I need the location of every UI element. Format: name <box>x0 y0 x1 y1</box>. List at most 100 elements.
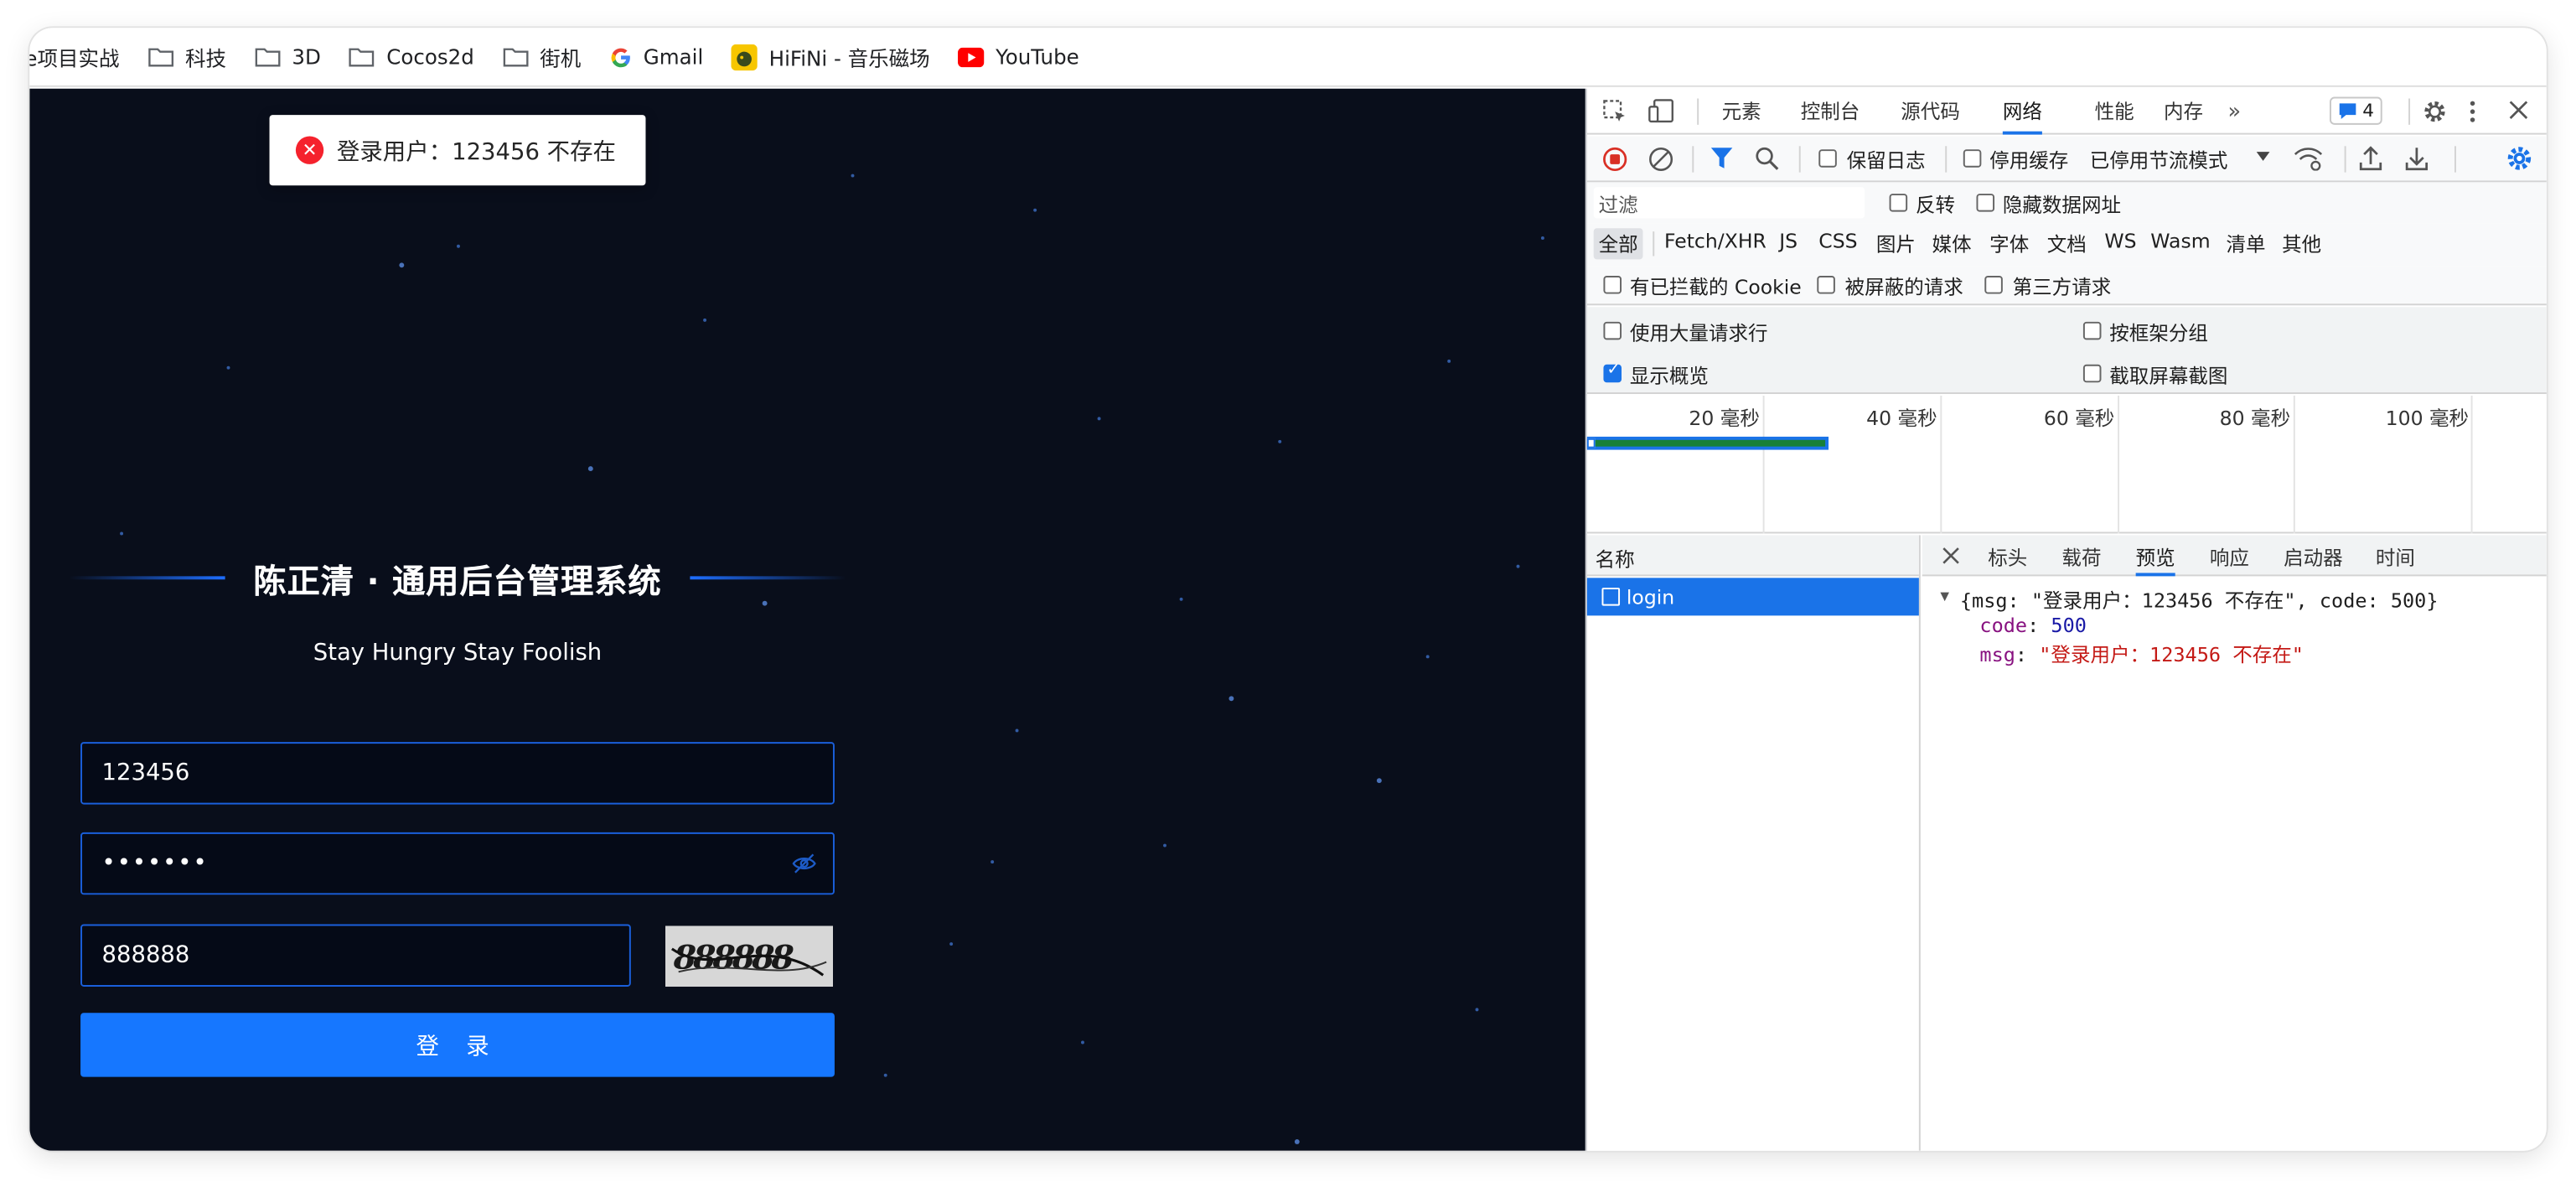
capture-screenshots-checkbox[interactable] <box>2082 364 2102 383</box>
type-img[interactable]: 图片 <box>1876 230 1916 257</box>
close-detail-icon[interactable] <box>1942 547 1960 565</box>
record-stop-icon[interactable] <box>1601 146 1627 172</box>
close-icon[interactable] <box>2509 100 2529 119</box>
gear-icon[interactable] <box>2422 98 2448 124</box>
toast-message: 登录用户：123456 不存在 <box>336 138 617 165</box>
request-row-login[interactable]: login <box>1586 578 1919 616</box>
star <box>1425 655 1430 659</box>
timeline-tick: 100 毫秒 <box>2385 407 2470 431</box>
folder-icon <box>502 46 528 67</box>
captcha-input[interactable]: 888888 <box>80 924 631 987</box>
expand-triangle-icon[interactable]: ▼ <box>1940 589 1949 606</box>
tab-response[interactable]: 响应 <box>2210 543 2249 571</box>
tab-initiator[interactable]: 启动器 <box>2284 543 2343 571</box>
show-overview-checkbox[interactable] <box>1603 361 1622 383</box>
page-title: 陈正清 · 通用后台管理系统 <box>253 560 662 600</box>
import-har-icon[interactable] <box>2359 146 2382 171</box>
bookmark-folder[interactable]: 科技 <box>147 41 226 72</box>
invert-checkbox[interactable] <box>1889 194 1908 212</box>
filter-input[interactable]: 过滤 <box>1593 187 1865 219</box>
toolbar-divider <box>1945 146 1948 173</box>
timeline-tick: 20 毫秒 <box>1689 407 1760 431</box>
filter-icon[interactable] <box>1710 146 1733 170</box>
request-detail-pane: 标头 载荷 预览 响应 启动器 时间 ▼ {msg: "登录用户：123456 … <box>1922 535 2547 1150</box>
blocked-requests-checkbox[interactable] <box>1817 275 1835 294</box>
bookmark-folder[interactable]: Cocos2d <box>349 44 474 69</box>
tab-timing[interactable]: 时间 <box>2376 543 2415 571</box>
throttling-select[interactable]: 已停用节流模式 <box>2090 146 2228 174</box>
star <box>1447 359 1451 363</box>
type-js[interactable]: JS <box>1779 230 1798 252</box>
tab-preview[interactable]: 预览 <box>2135 543 2175 577</box>
blocked-cookies-checkbox[interactable] <box>1603 275 1622 294</box>
bookmark-youtube[interactable]: YouTube <box>957 44 1079 69</box>
type-fetch-xhr[interactable]: Fetch/XHR <box>1664 230 1766 252</box>
type-ws[interactable]: WS <box>2104 230 2136 252</box>
username-value: 123456 <box>101 759 190 787</box>
network-conditions-icon[interactable] <box>2294 146 2323 171</box>
type-css[interactable]: CSS <box>1818 230 1857 252</box>
star <box>1540 236 1544 240</box>
tab-payload[interactable]: 载荷 <box>2061 543 2101 571</box>
device-toolbar-icon[interactable] <box>1648 98 1675 124</box>
tab-console[interactable]: 控制台 <box>1801 89 1860 135</box>
type-divider <box>1653 231 1655 257</box>
large-rows-checkbox[interactable] <box>1603 321 1622 340</box>
clear-icon[interactable] <box>1648 146 1673 172</box>
tab-sources[interactable]: 源代码 <box>1901 89 1960 135</box>
toolbar-divider <box>2454 146 2456 173</box>
preserve-log-checkbox[interactable] <box>1818 149 1837 168</box>
bookmark-folder[interactable]: 3D <box>254 44 321 69</box>
disable-cache-checkbox[interactable] <box>1963 149 1982 168</box>
tab-elements[interactable]: 元素 <box>1722 89 1761 135</box>
network-settings-gear-icon[interactable] <box>2506 144 2533 172</box>
grid-line <box>1940 395 1942 534</box>
bookmark-folder[interactable]: 街机 <box>502 41 581 72</box>
toolbar-divider <box>1692 146 1694 173</box>
tab-headers[interactable]: 标头 <box>1988 543 2027 571</box>
more-tabs-icon[interactable]: » <box>2227 100 2241 124</box>
captcha-image[interactable]: 888888 <box>665 925 833 987</box>
bookmarks-bar: e项目实战 科技 3D Cocos2d 街机 Gmail HiFiNi - 音乐… <box>29 28 2547 87</box>
bookmark-item[interactable]: e项目实战 <box>29 41 119 72</box>
request-timing-bar <box>1586 436 1829 450</box>
kebab-menu-icon[interactable] <box>2468 98 2478 124</box>
type-manifest[interactable]: 清单 <box>2226 230 2265 257</box>
star <box>120 531 124 536</box>
login-button[interactable]: 登 录 <box>80 1013 835 1077</box>
bookmark-label: 3D <box>292 44 321 70</box>
star <box>1033 208 1037 212</box>
inspect-element-icon[interactable] <box>1601 98 1627 124</box>
type-doc[interactable]: 文档 <box>2047 230 2087 257</box>
hide-data-urls-checkbox[interactable] <box>1976 194 1995 212</box>
name-column-header[interactable]: 名称 <box>1596 545 1635 573</box>
chevron-down-icon[interactable] <box>2256 151 2271 163</box>
tab-network[interactable]: 网络 <box>2002 89 2042 135</box>
bookmark-hifini[interactable]: HiFiNi - 音乐磁场 <box>731 41 930 72</box>
tab-performance[interactable]: 性能 <box>2095 89 2134 135</box>
requests-header: 名称 <box>1586 535 1919 577</box>
password-input[interactable]: ••••••• <box>80 832 835 895</box>
type-all[interactable]: 全部 <box>1593 228 1643 260</box>
type-font[interactable]: 字体 <box>1989 230 2029 257</box>
username-input[interactable]: 123456 <box>80 742 835 805</box>
bookmark-gmail[interactable]: Gmail <box>609 44 703 69</box>
type-wasm[interactable]: Wasm <box>2150 230 2210 252</box>
invert-label: 反转 <box>1915 194 1956 217</box>
search-icon[interactable] <box>1755 146 1779 170</box>
group-by-frame-checkbox[interactable] <box>2082 321 2102 340</box>
timeline-tick: 80 毫秒 <box>2219 407 2291 431</box>
type-media[interactable]: 媒体 <box>1932 230 1972 257</box>
eye-invisible-icon[interactable] <box>792 852 816 881</box>
request-name: login <box>1626 586 1675 609</box>
toolbar-divider <box>2408 98 2411 125</box>
tab-memory[interactable]: 内存 <box>2164 89 2203 135</box>
issues-badge[interactable]: 4 <box>2329 96 2382 125</box>
type-other[interactable]: 其他 <box>2282 230 2321 257</box>
export-har-icon[interactable] <box>2405 146 2429 171</box>
filter-row: 过滤 反转 隐藏数据网址 <box>1586 182 2547 224</box>
third-party-checkbox[interactable] <box>1984 275 2003 294</box>
devtools-tab-bar: 元素 控制台 源代码 网络 性能 内存 » 4 <box>1586 89 2547 135</box>
login-page: ✕ 登录用户：123456 不存在 陈正清 · 通用后台管理系统 Stay Hu… <box>29 88 1585 1151</box>
preview-summary[interactable]: {msg: "登录用户：123456 不存在", code: 500} <box>1960 586 2439 614</box>
